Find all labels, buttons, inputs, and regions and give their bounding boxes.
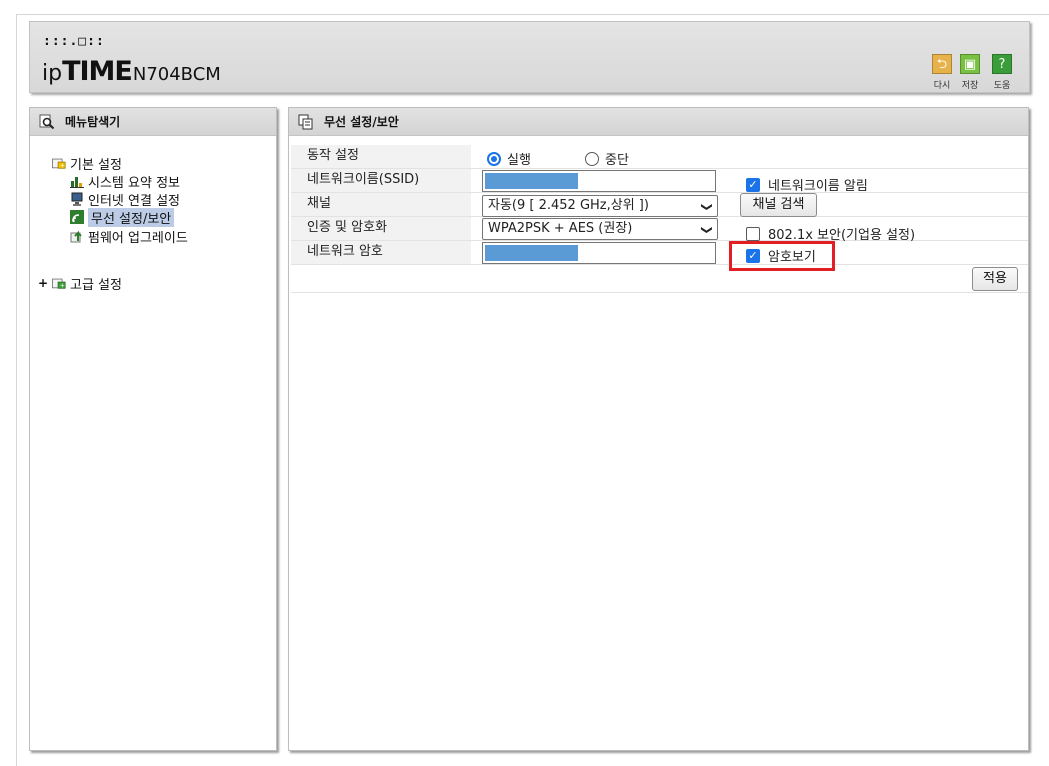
logo-ip: ip — [42, 61, 63, 86]
chevron-down-icon: ❯ — [700, 225, 714, 235]
sidebar-item-internet-setup[interactable]: 인터넷 연결 설정 — [70, 190, 180, 209]
wireless-icon — [70, 210, 84, 224]
ssid-input[interactable] — [482, 170, 716, 192]
tree-group-advanced-label: 고급 설정 — [70, 277, 122, 293]
svg-text:+: + — [60, 282, 65, 289]
window-left-border — [16, 14, 17, 766]
logo-time: TIME — [62, 56, 133, 87]
sidebar-item-system-summary[interactable]: 시스템 요약 정보 — [70, 172, 180, 191]
sidebar-item-label: 무선 설정/보안 — [88, 207, 175, 227]
tree-group-basic[interactable]: + 기본 설정 — [52, 154, 122, 173]
password-masked-value — [485, 245, 578, 261]
sidebar-item-firmware-upgrade[interactable]: 펌웨어 업그레이드 — [70, 227, 188, 246]
auth-selected-value: WPA2PSK + AES (권장) — [488, 221, 633, 236]
wireless-form: 동작 설정 실행 중단 네트워크이름(SSID) ✓ 네트워크이름 알림 채널 — [291, 145, 1028, 295]
ssid-row: 네트워크이름(SSID) ✓ 네트워크이름 알림 — [291, 169, 1028, 194]
apply-button[interactable]: 적용 — [972, 267, 1018, 291]
folder-icon: + — [52, 276, 66, 290]
channel-scan-button[interactable]: 채널 검색 — [740, 193, 817, 217]
password-label: 네트워크 암호 — [291, 241, 471, 264]
sidebar-item-label: 펌웨어 업그레이드 — [88, 230, 188, 246]
checkbox-checked-icon[interactable]: ✓ — [746, 177, 760, 192]
help-label: 도움 — [993, 81, 1011, 91]
ssid-broadcast-label: 네트워크이름 알림 — [768, 179, 868, 194]
password-input[interactable] — [482, 242, 716, 264]
expander-icon[interactable]: + — [38, 276, 48, 290]
upgrade-icon — [70, 229, 84, 243]
auth-label: 인증 및 암호화 — [291, 217, 471, 240]
undo-label: 다시 — [933, 81, 951, 91]
save-icon: ▣ — [960, 54, 980, 74]
main-panel-header: 무선 설정/보안 — [289, 108, 1028, 136]
apply-row: 적용 — [291, 265, 1028, 293]
sidebar-item-label: 시스템 요약 정보 — [88, 175, 180, 191]
folder-icon: + — [52, 156, 66, 170]
tree-group-basic-label: 기본 설정 — [70, 157, 122, 173]
help-button[interactable]: ? 도움 — [988, 54, 1016, 91]
sidebar-item-wireless-security[interactable]: 무선 설정/보안 — [70, 207, 175, 227]
window-top-border — [16, 14, 1049, 15]
tree-group-advanced[interactable]: + + 고급 설정 — [38, 274, 122, 293]
auth-row: 인증 및 암호화 WPA2PSK + AES (권장) ❯ 802.1x 보안(… — [291, 217, 1028, 243]
menu-explorer-panel: 메뉴탐색기 + 기본 설정 시스템 요약 정보 인터넷 연결 설정 무선 설정/ — [29, 107, 277, 751]
checkbox-unchecked-icon[interactable] — [746, 226, 760, 241]
menu-tree: + 기본 설정 시스템 요약 정보 인터넷 연결 설정 무선 설정/보안 펌웨어… — [30, 108, 278, 752]
channel-select[interactable]: 자동(9 [ 2.452 GHz,상위 ]) ❯ — [482, 195, 718, 217]
ssid-masked-value — [485, 173, 578, 189]
chevron-down-icon: ❯ — [700, 202, 714, 212]
logo-dots: :::.□:: — [43, 34, 105, 49]
channel-selected-value: 자동(9 [ 2.452 GHz,상위 ]) — [488, 198, 649, 213]
page-icon — [298, 114, 314, 130]
logo: ip TIME N704BCM — [42, 56, 221, 87]
chart-icon — [70, 174, 84, 188]
undo-button[interactable]: ⮌ 다시 — [928, 54, 956, 91]
ssid-label: 네트워크이름(SSID) — [291, 169, 471, 192]
sidebar-item-label: 인터넷 연결 설정 — [88, 193, 180, 209]
radio-stop-label: 중단 — [605, 153, 629, 168]
radio-run-label: 실행 — [507, 153, 531, 168]
model-name: N704BCM — [132, 64, 221, 85]
password-row: 네트워크 암호 ✓ 암호보기 — [291, 241, 1028, 265]
computer-icon — [70, 192, 84, 206]
radio-stop[interactable]: 중단 — [585, 149, 629, 168]
save-label: 저장 — [961, 81, 979, 91]
channel-row: 채널 자동(9 [ 2.452 GHz,상위 ]) ❯ 채널 검색 — [291, 193, 1028, 217]
main-panel: 무선 설정/보안 동작 설정 실행 중단 네트워크이름(SSID) ✓ 네트워크… — [288, 107, 1029, 751]
radio-run[interactable]: 실행 — [487, 149, 531, 168]
channel-label: 채널 — [291, 193, 471, 216]
page-title: 무선 설정/보안 — [324, 115, 399, 129]
ssid-broadcast-checkbox[interactable]: ✓ 네트워크이름 알림 — [746, 175, 868, 194]
save-button[interactable]: ▣ 저장 — [956, 54, 984, 91]
operation-row: 동작 설정 실행 중단 — [291, 145, 1028, 169]
radio-stop-indicator[interactable] — [585, 151, 599, 166]
radio-run-indicator[interactable] — [487, 151, 501, 166]
undo-icon: ⮌ — [932, 54, 952, 74]
svg-text:+: + — [60, 162, 65, 169]
operation-label: 동작 설정 — [291, 145, 471, 168]
header-bar: :::.□:: ip TIME N704BCM ⮌ 다시 ▣ 저장 ? 도움 — [29, 21, 1030, 93]
auth-select[interactable]: WPA2PSK + AES (권장) ❯ — [482, 218, 718, 240]
highlight-box — [729, 241, 835, 271]
help-icon: ? — [992, 54, 1012, 74]
